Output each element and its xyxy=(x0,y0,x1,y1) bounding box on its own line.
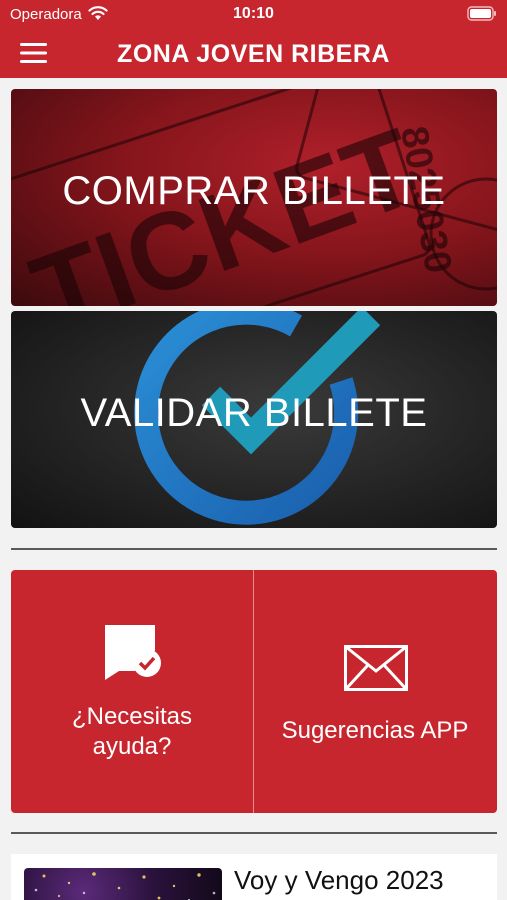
battery-icon xyxy=(467,6,496,21)
status-bar: Operadora 10:10 xyxy=(0,0,507,30)
page-title: ZONA JOVEN RIBERA xyxy=(117,40,390,68)
buy-ticket-label: COMPRAR BILLETE xyxy=(62,169,446,213)
chat-check-icon xyxy=(105,625,161,680)
divider xyxy=(11,832,497,834)
mail-icon xyxy=(344,645,408,691)
news-title: Voy y Vengo 2023 xyxy=(234,865,444,895)
suggestions-label: Sugerencias APP xyxy=(281,717,469,744)
news-thumbnail xyxy=(24,868,222,900)
buy-ticket-card[interactable]: TICKET 8025030 COMPRAR BILLETE xyxy=(11,89,497,306)
tile-row: ¿Necesitas ayuda? Sugerencias APP xyxy=(11,570,497,813)
nav-bar: ZONA JOVEN RIBERA xyxy=(0,30,507,78)
help-label-line1: ¿Necesitas xyxy=(71,703,193,730)
validate-ticket-label: VALIDAR BILLETE xyxy=(80,391,428,435)
divider xyxy=(11,548,497,550)
news-card[interactable]: Voy y Vengo 2023 xyxy=(11,854,497,900)
help-tile[interactable]: ¿Necesitas ayuda? xyxy=(11,570,253,813)
help-label-line2: ayuda? xyxy=(92,733,172,760)
validate-ticket-card[interactable]: VALIDAR BILLETE xyxy=(11,311,497,528)
help-label: ¿Necesitas ayuda? xyxy=(11,702,253,762)
status-time: 10:10 xyxy=(233,5,274,22)
suggestions-tile[interactable]: Sugerencias APP xyxy=(254,570,496,813)
